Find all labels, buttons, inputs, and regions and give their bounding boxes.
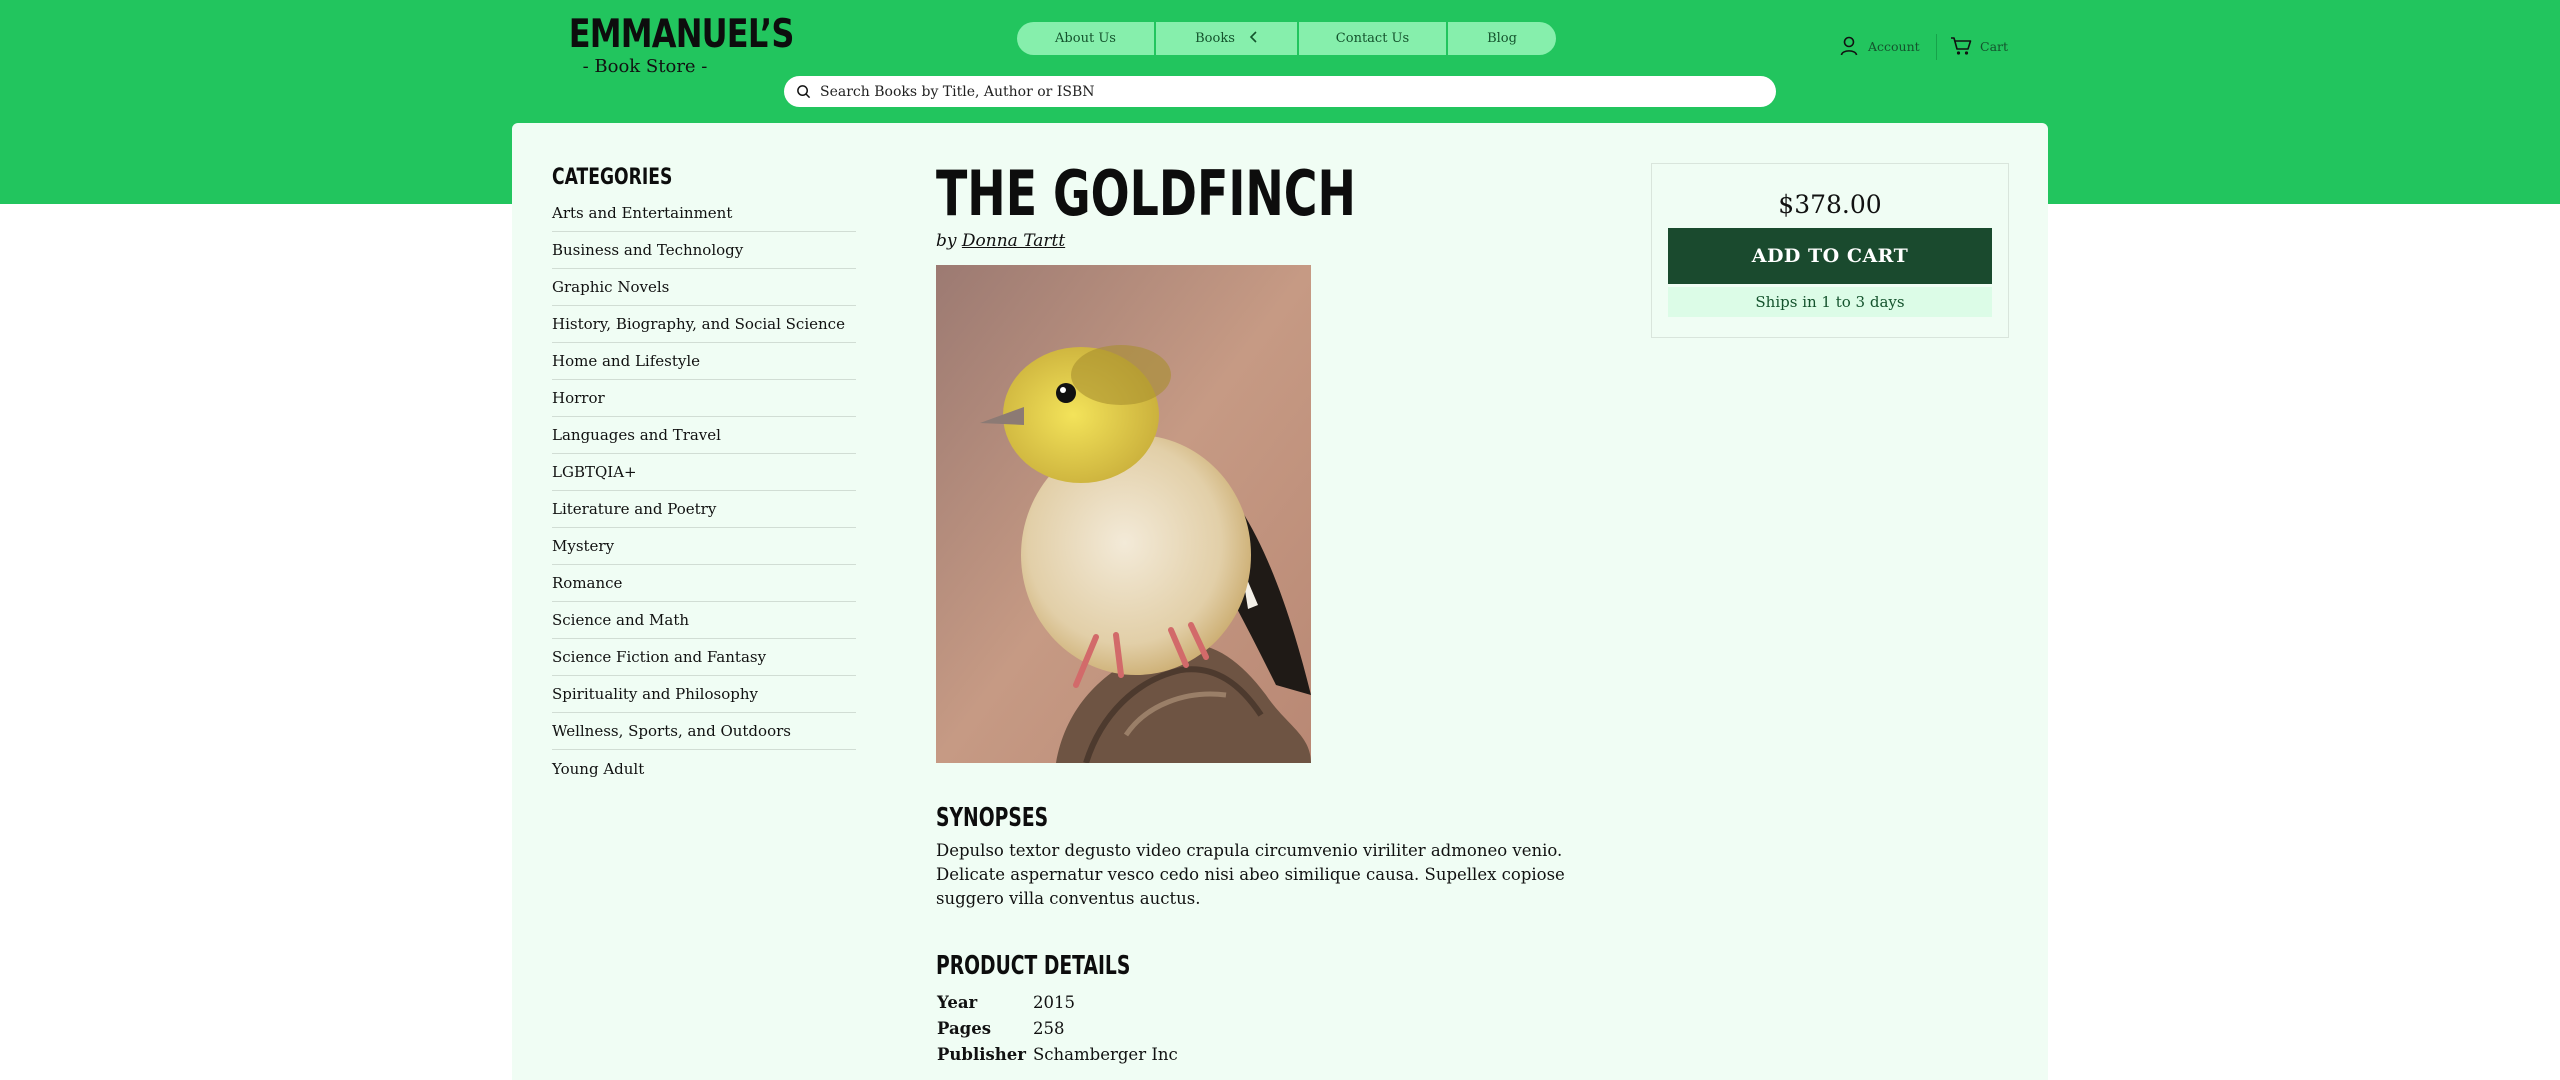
cart-link[interactable]: Cart <box>1950 34 2008 58</box>
book-cover-image <box>936 265 1311 763</box>
account-label: Account <box>1868 38 1920 54</box>
table-row: Publisher Schamberger Inc <box>936 1041 1180 1067</box>
table-row: Pages 258 <box>936 1015 1180 1041</box>
account-icon <box>1840 36 1858 56</box>
category-item[interactable]: Languages and Travel <box>552 417 856 454</box>
category-item[interactable]: Literature and Poetry <box>552 491 856 528</box>
nav-about-us[interactable]: About Us <box>1017 22 1156 55</box>
detail-value: Schamberger Inc <box>1033 1044 1178 1064</box>
nav-blog[interactable]: Blog <box>1448 22 1556 55</box>
detail-value: 258 <box>1033 1018 1065 1038</box>
category-item[interactable]: Wellness, Sports, and Outdoors <box>552 713 856 750</box>
category-item[interactable]: Graphic Novels <box>552 269 856 306</box>
category-item[interactable]: LGBTQIA+ <box>552 454 856 491</box>
category-item[interactable]: Science Fiction and Fantasy <box>552 639 856 676</box>
synopsis-text: Depulso textor degusto video crapula cir… <box>936 841 1565 908</box>
category-item[interactable]: Spirituality and Philosophy <box>552 676 856 713</box>
category-item[interactable]: Mystery <box>552 528 856 565</box>
search-icon[interactable] <box>796 84 812 100</box>
nav-label: Contact Us <box>1335 31 1410 46</box>
category-item[interactable]: Young Adult <box>552 750 856 787</box>
by-label: by <box>936 231 957 251</box>
nav-label: Books <box>1195 31 1235 46</box>
category-item[interactable]: Business and Technology <box>552 232 856 269</box>
detail-key: Publisher <box>937 1044 1026 1064</box>
store-logo[interactable]: EMMANUEL’S - Book Store - <box>552 12 795 78</box>
category-item[interactable]: Science and Math <box>552 602 856 639</box>
category-item[interactable]: Horror <box>552 380 856 417</box>
cart-icon <box>1951 37 1972 55</box>
search-input[interactable] <box>820 83 1760 100</box>
shipping-info: Ships in 1 to 3 days <box>1668 287 1992 317</box>
logo-name: EMMANUEL’S <box>568 12 795 57</box>
category-item[interactable]: Romance <box>552 565 856 602</box>
logo-subtitle: - Book Store - <box>582 56 708 77</box>
categories-heading: CATEGORIES <box>552 165 673 190</box>
detail-key: Pages <box>937 1018 991 1038</box>
nav-label: About Us <box>1055 31 1116 46</box>
product-details-table: Year 2015 Pages 258 Publisher Schamberge… <box>936 989 1180 1067</box>
add-to-cart-button[interactable]: ADD TO CART <box>1668 228 1992 284</box>
account-link[interactable]: Account <box>1840 34 1920 58</box>
book-byline: by Donna Tartt <box>936 231 1636 251</box>
product-details-heading: PRODUCT DETAILS <box>936 951 1131 981</box>
categories-sidebar: CATEGORIES Arts and Entertainment Busine… <box>552 165 856 787</box>
nav-label: Blog <box>1487 31 1517 46</box>
category-item[interactable]: History, Biography, and Social Science <box>552 306 856 343</box>
synopsis-heading: SYNOPSES <box>936 803 1049 833</box>
category-item[interactable]: Arts and Entertainment <box>552 195 856 232</box>
price: $378.00 <box>1778 190 1882 219</box>
main-panel: CATEGORIES Arts and Entertainment Busine… <box>512 123 2048 1080</box>
cart-label: Cart <box>1980 38 2009 54</box>
main-nav: About Us Books Contact Us Blog <box>1017 22 1556 55</box>
buy-box: $378.00 ADD TO CART Ships in 1 to 3 days <box>1651 163 2009 338</box>
header-divider <box>1936 34 1937 60</box>
category-item[interactable]: Home and Lifestyle <box>552 343 856 380</box>
search-bar <box>784 76 1776 107</box>
chevron-left-icon <box>1249 30 1258 47</box>
book-content: THE GOLDFINCH by Donna Tartt SYNOPSES De… <box>936 159 1636 1067</box>
author-link[interactable]: Donna Tartt <box>962 231 1065 251</box>
table-row: Year 2015 <box>936 989 1180 1015</box>
nav-contact-us[interactable]: Contact Us <box>1299 22 1448 55</box>
detail-key: Year <box>937 992 978 1012</box>
nav-books[interactable]: Books <box>1156 22 1299 55</box>
book-title: THE GOLDFINCH <box>936 157 1356 230</box>
detail-value: 2015 <box>1033 992 1075 1012</box>
categories-list: Arts and Entertainment Business and Tech… <box>552 195 856 787</box>
